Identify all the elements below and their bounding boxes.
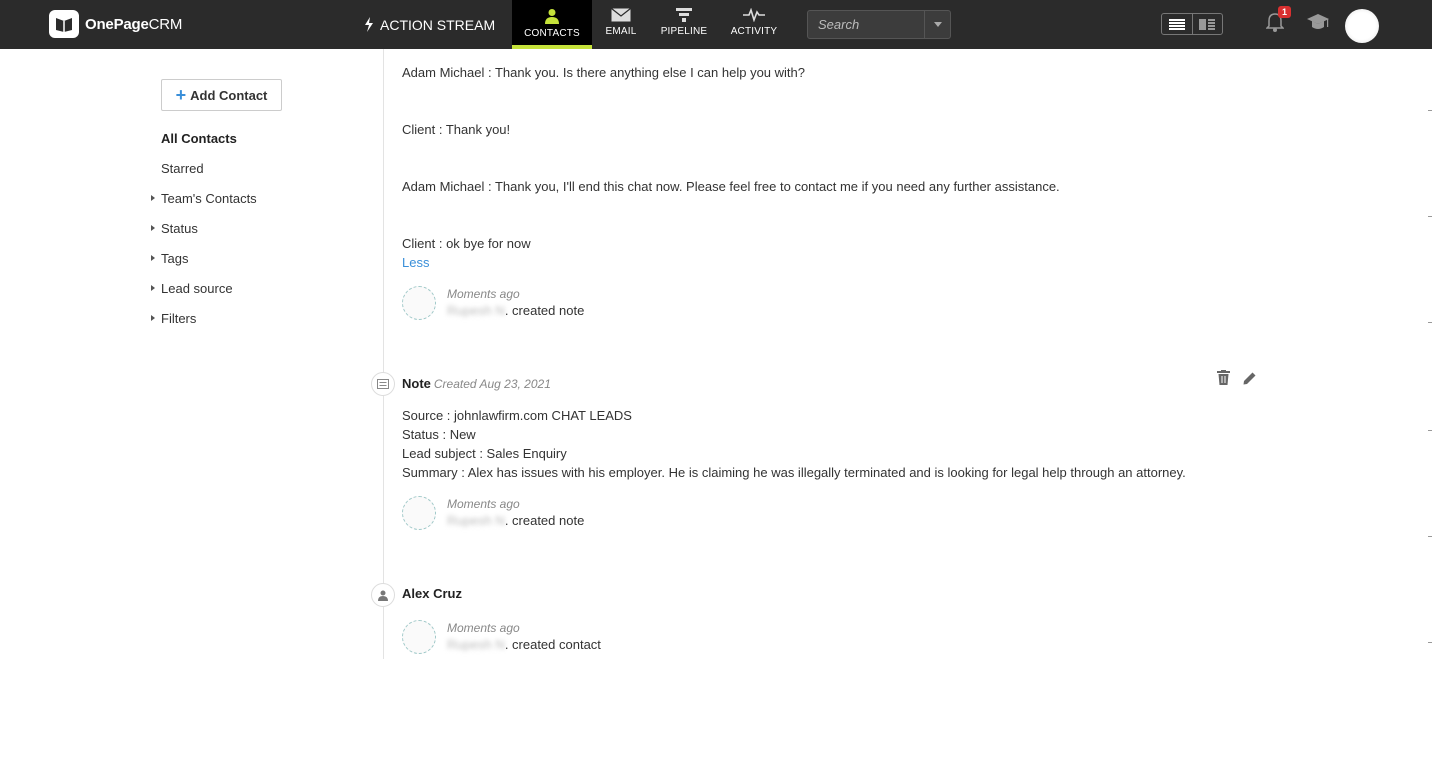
- tab-activity-label: ACTIVITY: [730, 26, 778, 37]
- scroll-marker: [1428, 642, 1432, 643]
- expand-arrow-icon: [151, 195, 155, 201]
- search-dropdown-button[interactable]: [924, 11, 950, 38]
- entry-timestamp: Moments ago: [447, 287, 520, 301]
- logo-book-icon: [49, 10, 79, 38]
- entry-author-action: Rupesh N. created note: [447, 513, 585, 528]
- app-logo[interactable]: OnePageCRM: [49, 10, 182, 38]
- expand-arrow-icon: [151, 285, 155, 291]
- author-avatar: [402, 286, 436, 320]
- sidebar-item-status[interactable]: Status: [151, 221, 198, 236]
- delete-note-button[interactable]: [1217, 370, 1230, 388]
- columns-icon: [1199, 18, 1216, 30]
- tab-email-label: EMAIL: [605, 26, 637, 37]
- tab-contacts-label: CONTACTS: [524, 28, 580, 39]
- note-line: Status : New: [402, 427, 476, 442]
- top-navigation-bar: OnePageCRM ACTION STREAM CONTACTS EMAIL …: [0, 0, 1432, 49]
- split-view-button[interactable]: [1193, 14, 1223, 34]
- pencil-icon: [1243, 372, 1256, 385]
- tab-activity[interactable]: ACTIVITY: [724, 0, 784, 49]
- author-avatar: [402, 496, 436, 530]
- tab-pipeline[interactable]: PIPELINE: [656, 0, 712, 49]
- author-avatar: [402, 620, 436, 654]
- sidebar-item-lead-source[interactable]: Lead source: [151, 281, 233, 296]
- person-icon: [378, 590, 388, 601]
- note-line: Lead subject : Sales Enquiry: [402, 446, 567, 461]
- pulse-icon: [743, 8, 765, 22]
- entry-author-action: Rupesh N. created contact: [447, 637, 601, 652]
- entry-author-action: Rupesh N. created note: [447, 303, 585, 318]
- sidebar-item-filters[interactable]: Filters: [151, 311, 196, 326]
- tab-email[interactable]: EMAIL: [598, 0, 644, 49]
- lightning-icon: [365, 17, 373, 32]
- sidebar-item-teams-contacts[interactable]: Team's Contacts: [151, 191, 257, 206]
- sidebar-item-all-contacts[interactable]: All Contacts: [161, 131, 237, 146]
- chat-line: Client : Thank you!: [402, 122, 511, 137]
- entry-timestamp: Moments ago: [447, 497, 520, 511]
- contact-node: [371, 583, 395, 607]
- graduation-cap-icon: [1307, 14, 1329, 29]
- logo-text: OnePageCRM: [85, 15, 183, 33]
- entry-timestamp: Moments ago: [447, 621, 520, 635]
- note-title: Note Created Aug 23, 2021: [402, 376, 551, 391]
- scroll-marker: [1428, 322, 1432, 323]
- less-link[interactable]: Less: [402, 255, 429, 270]
- expand-arrow-icon: [151, 225, 155, 231]
- funnel-icon: [676, 8, 692, 22]
- scroll-marker: [1428, 110, 1432, 111]
- view-toggle: [1161, 13, 1223, 35]
- notification-badge: 1: [1278, 6, 1292, 18]
- chevron-down-icon: [933, 22, 942, 27]
- tab-contacts[interactable]: CONTACTS: [512, 0, 592, 49]
- list-icon: [1168, 18, 1185, 30]
- trash-icon: [1217, 370, 1230, 385]
- chat-line: Client : ok bye for now: [402, 236, 531, 251]
- contact-name[interactable]: Alex Cruz: [402, 586, 462, 601]
- expand-arrow-icon: [151, 315, 155, 321]
- note-line: Summary : Alex has issues with his emplo…: [402, 465, 1186, 480]
- user-avatar[interactable]: [1345, 9, 1379, 43]
- action-stream-label: ACTION STREAM: [380, 16, 496, 33]
- sidebar-item-tags[interactable]: Tags: [151, 251, 188, 266]
- edit-note-button[interactable]: [1243, 372, 1256, 388]
- chat-line: Adam Michael : Thank you. Is there anyth…: [402, 65, 805, 80]
- add-contact-button[interactable]: + Add Contact: [161, 79, 282, 111]
- note-line: Source : johnlawfirm.com CHAT LEADS: [402, 408, 632, 423]
- scroll-marker: [1428, 536, 1432, 537]
- person-icon: [545, 9, 559, 24]
- timeline-line: [383, 49, 384, 659]
- tab-pipeline-label: PIPELINE: [660, 26, 708, 37]
- envelope-icon: [611, 8, 631, 22]
- scroll-marker: [1428, 430, 1432, 431]
- search-box[interactable]: Search: [807, 10, 951, 39]
- note-icon: [377, 379, 389, 389]
- note-created-date: Created Aug 23, 2021: [433, 377, 551, 391]
- expand-arrow-icon: [151, 255, 155, 261]
- search-input[interactable]: Search: [808, 17, 924, 32]
- note-node: [371, 372, 395, 396]
- add-contact-label: Add Contact: [190, 87, 268, 103]
- scroll-marker: [1428, 216, 1432, 217]
- action-stream-link[interactable]: ACTION STREAM: [364, 0, 495, 49]
- sidebar-item-starred[interactable]: Starred: [161, 161, 204, 176]
- academy-button[interactable]: [1307, 13, 1329, 34]
- plus-icon: +: [175, 85, 187, 105]
- list-view-button[interactable]: [1162, 14, 1193, 34]
- chat-line: Adam Michael : Thank you, I'll end this …: [402, 179, 1060, 194]
